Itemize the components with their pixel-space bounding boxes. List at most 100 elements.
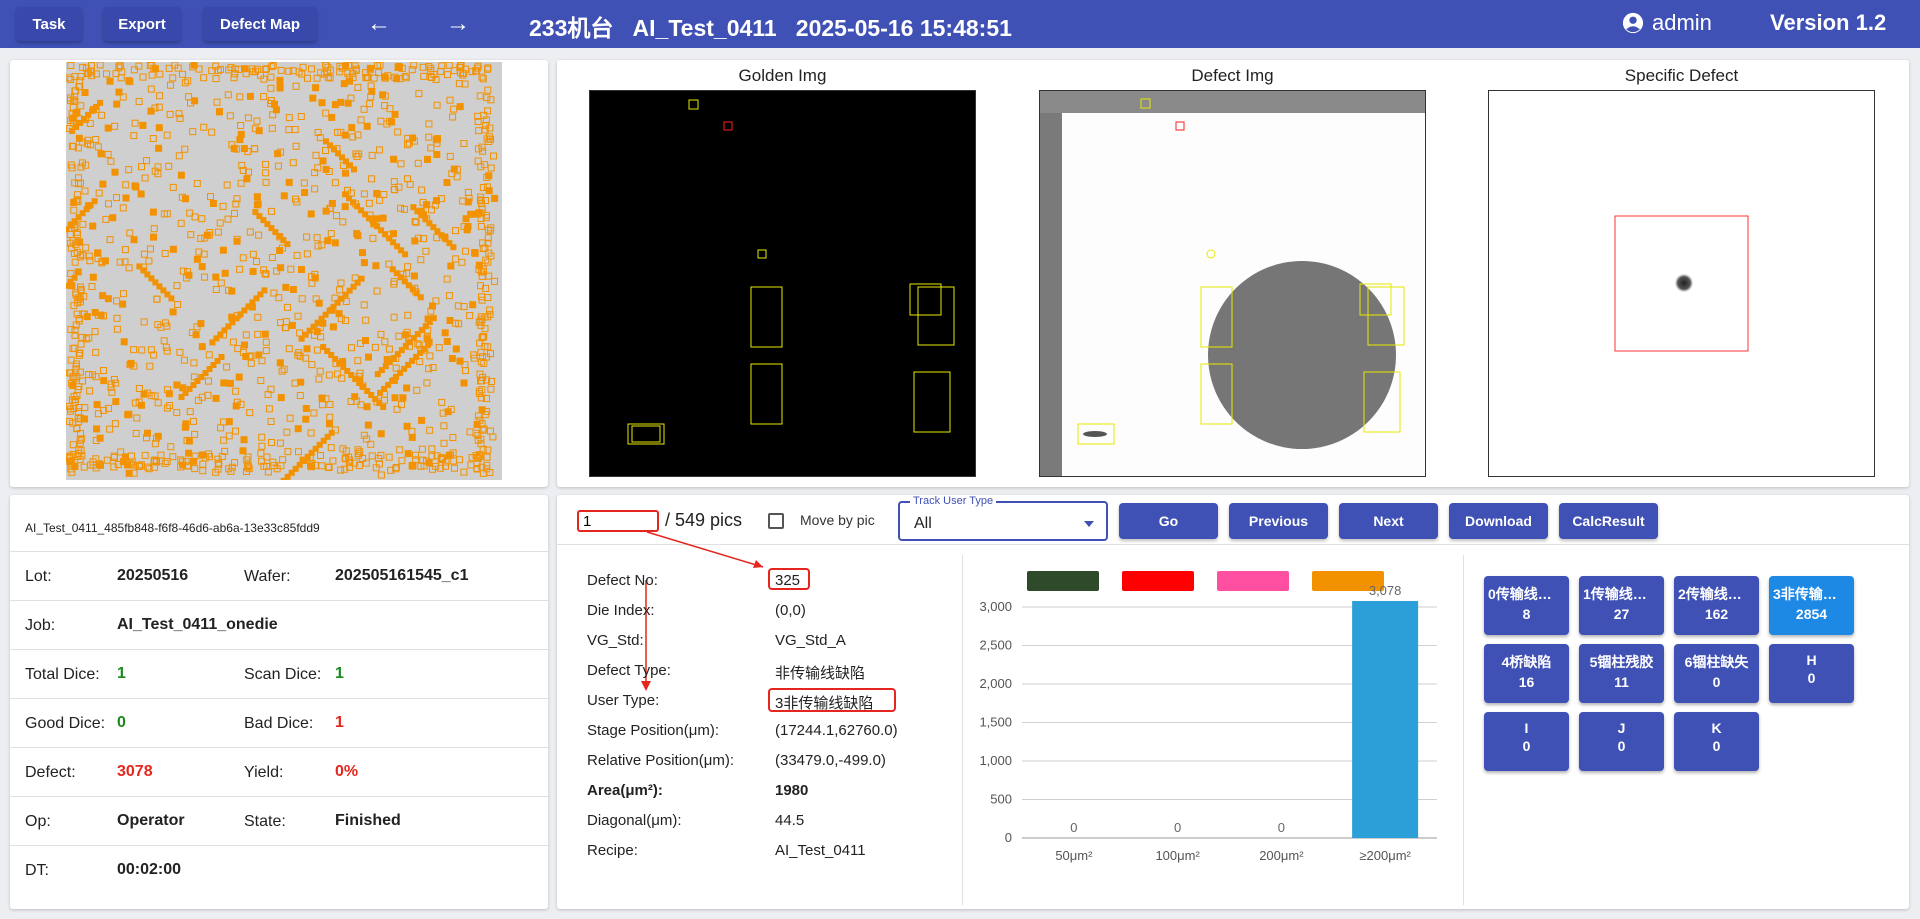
defect-marker: [372, 262, 380, 270]
arrow-right-icon[interactable]: →: [443, 9, 473, 39]
defect-marker: [346, 77, 353, 85]
golden-image[interactable]: [589, 90, 976, 477]
download-button[interactable]: Download: [1449, 503, 1548, 539]
arrow-left-icon[interactable]: ←: [364, 9, 394, 39]
previous-button[interactable]: Previous: [1229, 503, 1328, 539]
defect-marker: [282, 283, 290, 291]
lot-value: 20250516: [117, 567, 189, 584]
user-type-name: J: [1617, 720, 1626, 736]
defect-map-button[interactable]: Defect Map: [203, 7, 317, 41]
defect-marker: [276, 247, 284, 254]
user-type-button[interactable]: 5锢柱残胶 11: [1579, 644, 1664, 703]
task-button[interactable]: Task: [16, 7, 82, 41]
wafer-map[interactable]: [66, 62, 502, 480]
die-index-label: Die Index:: [587, 602, 655, 619]
defect-marker: [318, 99, 326, 107]
defect-marker: [339, 358, 347, 365]
defect-marker: [441, 233, 449, 241]
user-type-count: 2854: [1795, 606, 1828, 622]
defect-marker: [448, 355, 456, 362]
defect-marker: [138, 401, 145, 409]
calc-result-button[interactable]: CalcResult: [1559, 503, 1658, 539]
legend-swatch[interactable]: [1217, 571, 1289, 591]
defect-marker: [246, 92, 254, 100]
defect-marker: [331, 239, 339, 247]
defect-marker: [155, 144, 163, 152]
defect-marker: [441, 329, 449, 337]
info-row-dice: Total Dice: 1 Scan Dice: 1: [10, 649, 548, 698]
user-type-name: 3非传输线缺陷: [1773, 586, 1854, 602]
defect-marker: [104, 295, 112, 303]
defect-marker: [456, 103, 464, 111]
detail-die-index: Die Index: (0,0): [587, 602, 917, 626]
user-menu[interactable]: admin: [1622, 10, 1712, 36]
user-type-button[interactable]: H0: [1769, 644, 1854, 703]
specific-defect-image[interactable]: [1488, 90, 1875, 477]
defect-marker: [271, 100, 278, 108]
legend-swatch[interactable]: [1027, 571, 1099, 591]
recipe-value: AI_Test_0411: [775, 842, 866, 859]
defect-marker: [191, 97, 199, 105]
yield-label: Yield:: [244, 764, 284, 781]
defect-marker: [383, 356, 391, 364]
defect-marker: [277, 264, 285, 272]
defect-marker: [280, 192, 288, 200]
next-button[interactable]: Next: [1339, 503, 1438, 539]
defect-marker: [403, 384, 411, 392]
user-type-button[interactable]: K0: [1674, 712, 1759, 771]
defect-marker: [74, 268, 82, 276]
defect-marker: [377, 430, 385, 438]
defect-marker: [97, 150, 105, 158]
user-type-button[interactable]: 3非传输线缺陷 2854: [1769, 576, 1854, 635]
area-label: Area(μm²):: [587, 782, 663, 799]
wafer-label: Wafer:: [244, 568, 291, 585]
user-type-button[interactable]: 2传输线缺陷 162: [1674, 576, 1759, 635]
job-label: Job:: [25, 617, 56, 634]
user-type-button[interactable]: 1传输线缺陷 27: [1579, 576, 1664, 635]
vg-std-label: VG_Std:: [587, 632, 644, 649]
defect-marker: [425, 338, 433, 346]
defect-marker: [485, 187, 493, 195]
defect-marker: [469, 301, 477, 309]
user-type-name: K: [1711, 720, 1722, 736]
defect-marker: [390, 377, 398, 384]
defect-marker: [342, 62, 350, 70]
user-type-button[interactable]: 0传输线缺陷 8: [1484, 576, 1569, 635]
good-dice-label: Good Dice:: [25, 715, 106, 732]
area-value: 1980: [775, 782, 809, 799]
user-type-name: 4桥缺陷: [1501, 654, 1552, 670]
user-type-button[interactable]: I0: [1484, 712, 1569, 771]
go-button[interactable]: Go: [1119, 503, 1218, 539]
defect-marker: [410, 272, 418, 280]
datetime: 2025-05-16 15:48:51: [795, 15, 1012, 41]
user-type-count: 0: [1522, 738, 1531, 754]
user-type-button[interactable]: 6锢柱缺失 0: [1674, 644, 1759, 703]
defect-marker: [391, 394, 399, 402]
defect-marker: [322, 207, 330, 215]
defect-marker: [393, 75, 401, 83]
defect-marker: [390, 155, 398, 163]
export-button[interactable]: Export: [103, 7, 181, 41]
defect-marker: [69, 127, 76, 134]
recipe-label: Recipe:: [587, 842, 638, 859]
defect-image[interactable]: [1039, 90, 1426, 477]
defect-marker: [485, 172, 493, 180]
legend-swatch[interactable]: [1122, 571, 1194, 591]
defect-marker: [132, 183, 140, 191]
defect-marker: [139, 121, 147, 129]
defect-type-label: Defect Type:: [587, 662, 671, 679]
defect-marker: [68, 282, 76, 290]
defect-marker: [235, 373, 243, 381]
defect-marker: [85, 202, 93, 210]
user-type-button[interactable]: J0: [1579, 712, 1664, 771]
user-type-button[interactable]: 4桥缺陷 16: [1484, 644, 1569, 703]
defect-marker: [225, 418, 233, 426]
user-type-count: 162: [1704, 606, 1729, 622]
x-tick-label: 200μm²: [1259, 848, 1304, 863]
defect-marker: [450, 244, 457, 251]
dt-value: 00:02:00: [117, 861, 182, 878]
bar[interactable]: [1352, 600, 1419, 838]
defect-marker: [119, 300, 127, 308]
defect-marker: [377, 389, 384, 396]
defect-marker: [140, 390, 148, 398]
